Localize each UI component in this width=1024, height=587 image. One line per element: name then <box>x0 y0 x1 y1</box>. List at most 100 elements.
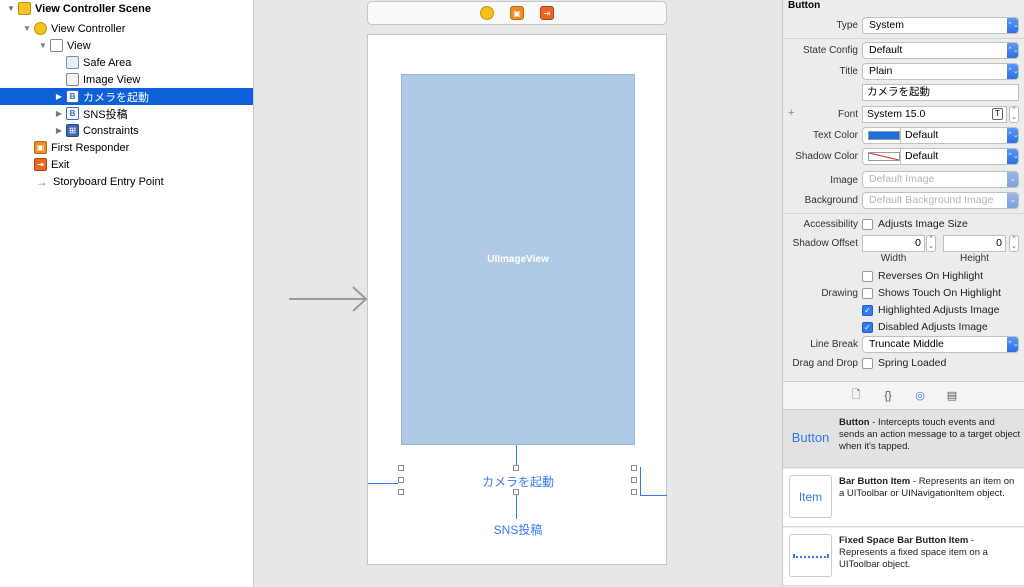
outline-row-sns-button[interactable]: ▶ B SNS投稿 <box>0 105 253 122</box>
shadow-height-stepper[interactable]: ⌃ ⌄ <box>1009 235 1019 252</box>
text-color-label: Text Color <box>812 130 858 141</box>
disabled-adjusts-row[interactable]: ✓ Disabled Adjusts Image <box>862 321 988 333</box>
state-config-label: State Config <box>802 45 858 56</box>
disclosure-closed-icon[interactable]: ▶ <box>54 92 64 101</box>
first-responder-icon[interactable]: ▣ <box>510 6 524 20</box>
background-combo[interactable]: Default Background Image ⌄ <box>862 192 1019 209</box>
checkbox[interactable] <box>862 357 873 369</box>
view-controller-view[interactable]: UIImageView カメラを起動 SNS投稿 <box>367 34 667 565</box>
arrow-right-icon: → <box>35 174 48 189</box>
trailing-constraint-line[interactable] <box>640 467 641 496</box>
divider <box>783 213 1024 214</box>
chevron-updown-icon: ⌃⌄ <box>1007 337 1018 352</box>
outline-row-view-controller[interactable]: ▼ View Controller <box>0 20 253 37</box>
library-item-bar-button[interactable]: Item Bar Button Item - Represents an ite… <box>783 469 1024 527</box>
outline-row-safe-area[interactable]: Safe Area <box>0 54 253 71</box>
line-break-popup[interactable]: Truncate Middle ⌃⌄ <box>862 336 1019 353</box>
object-icon[interactable]: ◎ <box>913 389 927 403</box>
camera-button[interactable]: カメラを起動 <box>468 473 568 490</box>
outline-row-entry-point[interactable]: → Storyboard Entry Point <box>0 173 253 190</box>
checkbox[interactable]: ✓ <box>862 304 873 316</box>
checkbox[interactable]: ✓ <box>862 321 873 333</box>
font-picker-icon[interactable]: T <box>992 108 1003 120</box>
image-view[interactable]: UIImageView <box>401 74 635 445</box>
shows-touch-row[interactable]: Shows Touch On Highlight <box>862 287 1001 299</box>
entry-point-arrow-icon[interactable] <box>289 284 369 314</box>
outline-row-constraints[interactable]: ▶ ⊞ Constraints <box>0 122 253 139</box>
color-swatch-none <box>868 152 900 161</box>
checkbox[interactable] <box>862 270 873 282</box>
checkbox[interactable] <box>862 218 873 230</box>
image-combo[interactable]: Default Image ⌄ <box>862 171 1019 188</box>
color-swatch <box>868 131 900 140</box>
state-config-popup[interactable]: Default ⌃⌄ <box>862 42 1019 59</box>
outline-row-view[interactable]: ▼ View <box>0 37 253 54</box>
background-placeholder: Default Background Image <box>869 194 994 206</box>
line-break-value: Truncate Middle <box>869 338 944 350</box>
font-value: System 15.0 <box>867 108 926 120</box>
reverses-on-highlight-row[interactable]: Reverses On Highlight <box>862 270 983 282</box>
trailing-constraint-line[interactable] <box>640 495 667 496</box>
resize-handle[interactable] <box>398 477 404 483</box>
shadow-width-stepper[interactable]: ⌃ ⌄ <box>926 235 936 252</box>
braces-icon[interactable]: {} <box>881 389 895 403</box>
resize-handle[interactable] <box>631 465 637 471</box>
title-popup[interactable]: Plain ⌃⌄ <box>862 63 1019 80</box>
media-icon[interactable]: ▤ <box>945 389 959 403</box>
disclosure-closed-icon[interactable]: ▶ <box>54 109 64 118</box>
leading-constraint-line[interactable] <box>368 483 398 484</box>
checkbox[interactable] <box>862 287 873 299</box>
outline-row-exit[interactable]: ⇥ Exit <box>0 156 253 173</box>
font-size-stepper[interactable]: ⌃ ⌄ <box>1009 106 1019 123</box>
chevron-down-icon: ⌄ <box>1007 193 1018 208</box>
view-controller-icon[interactable] <box>480 6 494 20</box>
chevron-down-icon: ⌄ <box>1007 172 1018 187</box>
sns-button[interactable]: SNS投稿 <box>468 521 568 538</box>
resize-handle[interactable] <box>398 465 404 471</box>
chevron-updown-icon: ⌃⌄ <box>1007 18 1018 33</box>
highlighted-adjusts-row[interactable]: ✓ Highlighted Adjusts Image <box>862 304 999 316</box>
title-label: Title <box>839 66 858 77</box>
disclosure-open-icon[interactable]: ▼ <box>38 41 48 50</box>
font-field[interactable]: System 15.0 T <box>862 106 1007 123</box>
disclosure-open-icon[interactable]: ▼ <box>6 4 16 13</box>
text-color-popup[interactable]: Default ⌃⌄ <box>862 127 1019 144</box>
type-popup[interactable]: System ⌃⌄ <box>862 17 1019 34</box>
outline-label: Storyboard Entry Point <box>53 175 164 188</box>
outline-row-camera-button[interactable]: ▶ B カメラを起動 <box>0 88 253 105</box>
outline-label: カメラを起動 <box>83 91 149 104</box>
file-icon[interactable]: 🗋 <box>849 389 863 403</box>
constraint-line[interactable] <box>516 495 517 519</box>
library-item-fixed-space[interactable]: Fixed Space Bar Button Item - Represents… <box>783 528 1024 586</box>
storyboard-canvas[interactable]: ▣ ⇥ UIImageView カメラを起動 SNS投稿 <box>255 0 782 587</box>
attributes-inspector: Button Type System ⌃⌄ State Config Defaul… <box>782 0 1024 587</box>
resize-handle[interactable] <box>631 489 637 495</box>
disclosure-closed-icon[interactable]: ▶ <box>54 126 64 135</box>
exit-icon[interactable]: ⇥ <box>540 6 554 20</box>
image-label: Image <box>830 175 858 186</box>
outline-row-scene[interactable]: ▼ View Controller Scene <box>0 0 253 17</box>
title-text-field[interactable]: カメラを起動 <box>862 84 1019 101</box>
accessibility-label: Accessibility <box>803 219 858 230</box>
shadow-width-field[interactable]: 0 <box>862 235 925 252</box>
constraint-line[interactable] <box>516 445 517 467</box>
shadow-color-popup[interactable]: Default ⌃⌄ <box>862 148 1019 165</box>
spring-loaded-row[interactable]: Spring Loaded <box>862 357 946 369</box>
resize-handle[interactable] <box>631 477 637 483</box>
library-item-button[interactable]: Button Button - Intercepts touch events … <box>783 410 1024 468</box>
first-responder-icon: ▣ <box>34 141 47 154</box>
resize-handle[interactable] <box>398 489 404 495</box>
width-caption: Width <box>880 253 907 264</box>
fixed-space-library-icon <box>789 534 832 577</box>
outline-row-image-view[interactable]: Image View <box>0 71 253 88</box>
shadow-height-field[interactable]: 0 <box>943 235 1006 252</box>
view-controller-icon <box>34 22 47 35</box>
state-config-value: Default <box>869 44 903 56</box>
library-tabs: 🗋 {} ◎ ▤ <box>783 381 1024 410</box>
disclosure-open-icon[interactable]: ▼ <box>22 24 32 33</box>
library-item-title: Button <box>839 417 870 428</box>
resize-handle[interactable] <box>513 465 519 471</box>
outline-row-first-responder[interactable]: ▣ First Responder <box>0 139 253 156</box>
adjusts-image-size-row[interactable]: Adjusts Image Size <box>862 218 968 230</box>
image-view-label: UIImageView <box>487 254 549 265</box>
